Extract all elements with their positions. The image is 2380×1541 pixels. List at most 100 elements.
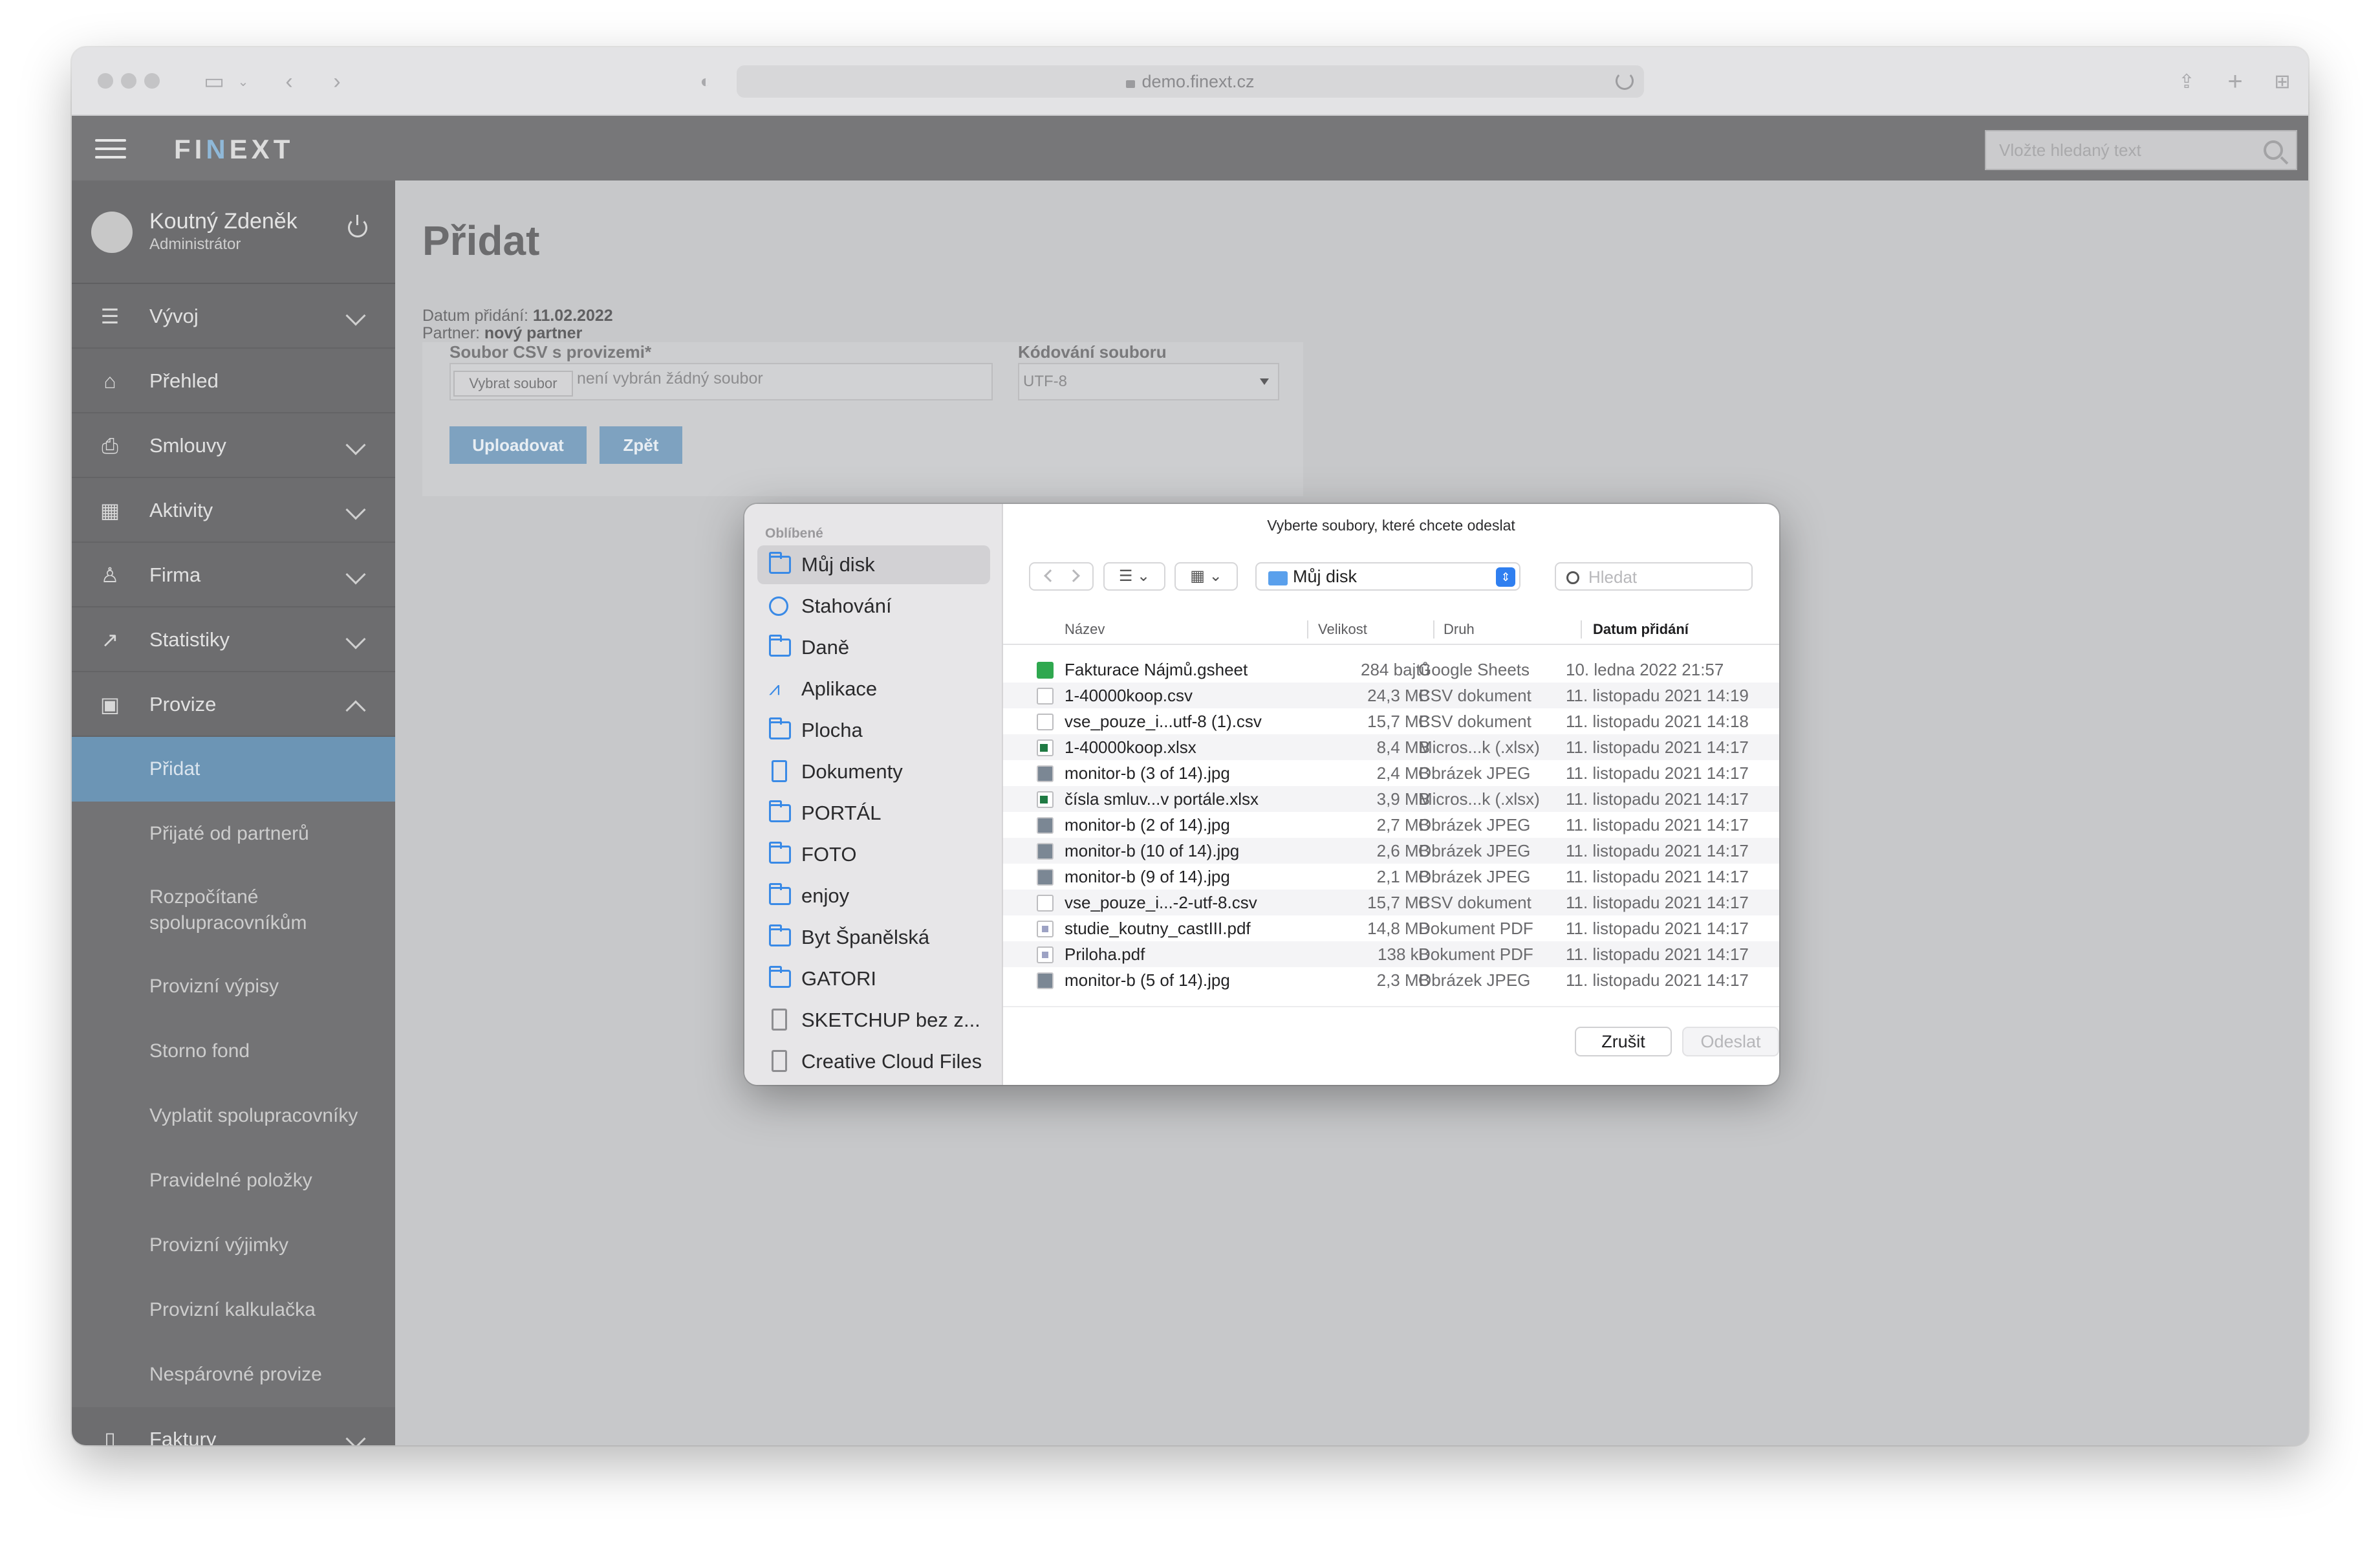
- sidebar-subitem-storno[interactable]: Storno fond: [72, 1019, 395, 1084]
- forward-arrow-icon[interactable]: ›: [324, 64, 350, 99]
- chart-icon: ↗: [101, 628, 119, 651]
- printer-icon: ⎙: [102, 434, 118, 457]
- file-row[interactable]: vse_pouze_i...utf-8 (1).csv 15,7 MB CSV do…: [1003, 708, 1779, 734]
- sidebar-item-prehled[interactable]: ⌂ Přehled: [72, 349, 395, 413]
- share-icon[interactable]: ⇪: [2174, 64, 2200, 99]
- file-date: 11. listopadu 2021 14:18: [1566, 712, 1749, 731]
- upload-button[interactable]: Uploadovat: [449, 426, 587, 464]
- sidebar-subitem-nesparovane[interactable]: Nespárovné provize: [72, 1342, 395, 1407]
- favorite-portal[interactable]: PORTÁL: [757, 794, 990, 833]
- close-window-button[interactable]: [98, 73, 113, 89]
- column-name[interactable]: Název: [1065, 614, 1105, 645]
- sidebar-subitem-kalkulacka[interactable]: Provizní kalkulačka: [72, 1278, 395, 1342]
- column-kind[interactable]: Druh: [1444, 614, 1475, 645]
- favorite-plocha[interactable]: Plocha: [757, 711, 990, 750]
- favorite-stahovani[interactable]: Stahování: [757, 587, 990, 626]
- favorite-enjoy[interactable]: enjoy: [757, 877, 990, 915]
- logout-power-icon[interactable]: [348, 215, 367, 237]
- file-row[interactable]: vse_pouze_i...-2-utf-8.csv 15,7 MB CSV dok…: [1003, 890, 1779, 915]
- sidebar-item-firma[interactable]: ♙ Firma: [72, 543, 395, 607]
- sidebar-toggle-icon[interactable]: ▭: [195, 64, 233, 99]
- favorite-foto[interactable]: FOTO: [757, 835, 990, 874]
- file-row[interactable]: monitor-b (10 of 14).jpg 2,6 MB Obrázek JP…: [1003, 838, 1779, 864]
- file-date: 11. listopadu 2021 14:17: [1566, 841, 1749, 860]
- sidebar-subitem-pridat[interactable]: Přidat: [72, 737, 395, 802]
- back-chevron-icon[interactable]: [1044, 569, 1057, 582]
- favorite-byt-spanelska[interactable]: Byt Španělská: [757, 918, 990, 957]
- send-button[interactable]: Odeslat: [1682, 1027, 1779, 1056]
- global-search-input[interactable]: [1986, 131, 2245, 169]
- favorite-gatori[interactable]: GATORI: [757, 959, 990, 998]
- reload-icon[interactable]: [1616, 72, 1634, 90]
- file-size: 2,7 MB: [1376, 815, 1430, 835]
- sidebar-item-label: Vývoj: [149, 305, 199, 327]
- encoding-select[interactable]: UTF-8: [1018, 363, 1279, 400]
- favorite-muj-disk[interactable]: Můj disk: [757, 545, 990, 584]
- file-size: 14,8 MB: [1367, 919, 1430, 938]
- sidebar-item-faktury[interactable]: ▯ Faktury: [72, 1407, 395, 1445]
- back-button[interactable]: Zpět: [600, 426, 682, 464]
- sidebar-item-aktivity[interactable]: ▦ Aktivity: [72, 478, 395, 543]
- favorite-dane[interactable]: Daně: [757, 628, 990, 667]
- lock-icon: [1126, 80, 1136, 88]
- file-row[interactable]: monitor-b (5 of 14).jpg 2,3 MB Obrázek JPE…: [1003, 967, 1779, 993]
- file-input[interactable]: Vybrat soubor není vybrán žádný soubor: [449, 363, 993, 400]
- favorite-sketchup[interactable]: SKETCHUP bez z...: [757, 1001, 990, 1040]
- favorite-dokumenty[interactable]: Dokumenty: [757, 752, 990, 791]
- chevron-down-icon: [345, 305, 366, 326]
- sidebar-item-vyvoj[interactable]: ☰ Vývoj: [72, 284, 395, 349]
- shield-icon[interactable]: ◐: [693, 64, 719, 99]
- sidebar-item-statistiky[interactable]: ↗ Statistiky: [72, 607, 395, 672]
- sidebar-subitem-vyplatit[interactable]: Vyplatit spolupracovníky: [72, 1084, 395, 1148]
- user-role: Administrátor: [149, 235, 241, 253]
- forward-chevron-icon[interactable]: [1067, 569, 1080, 582]
- location-select[interactable]: Můj disk ⇕: [1255, 562, 1520, 591]
- sidebar-item-smlouvy[interactable]: ⎙ Smlouvy: [72, 413, 395, 478]
- column-size[interactable]: Velikost: [1318, 614, 1367, 645]
- grid-view-icon[interactable]: ▦ ⌄: [1174, 562, 1238, 591]
- sidebar-subitem-label: Vyplatit spolupracovníky: [149, 1105, 358, 1126]
- favorite-creative-cloud[interactable]: Creative Cloud Files: [757, 1042, 990, 1081]
- back-arrow-icon[interactable]: ‹: [276, 64, 302, 99]
- sidebar-subitem-prijate[interactable]: Přijaté od partnerů: [72, 802, 395, 866]
- location-stepper-icon: ⇕: [1496, 567, 1515, 587]
- file-row[interactable]: monitor-b (3 of 14).jpg 2,4 MB Obrázek JPE…: [1003, 760, 1779, 786]
- file-row[interactable]: studie_koutny_castIII.pdf 14,8 MB Dokument…: [1003, 915, 1779, 941]
- sidebar-item-label: Statistiky: [149, 628, 230, 651]
- sidebar-subitem-vypisy[interactable]: Provizní výpisy: [72, 954, 395, 1019]
- cancel-button[interactable]: Zrušit: [1575, 1027, 1672, 1056]
- new-tab-icon[interactable]: +: [2222, 64, 2248, 99]
- browser-window: ▭ ⌄ ‹ › ◐ demo.finext.cz ⇪ + ⊞ FINEXT Ko…: [72, 47, 2308, 1445]
- file-row[interactable]: 1-40000koop.csv 24,3 MB CSV dokument 11. li…: [1003, 683, 1779, 708]
- file-row[interactable]: čísla smluv...v portále.xlsx 3,9 MB Micros…: [1003, 786, 1779, 812]
- minimize-window-button[interactable]: [121, 73, 136, 89]
- file-row[interactable]: monitor-b (2 of 14).jpg 2,7 MB Obrázek JPE…: [1003, 812, 1779, 838]
- search-icon[interactable]: [2264, 140, 2283, 160]
- file-icon: [772, 1009, 787, 1031]
- sidebar-subitem-pravidelne[interactable]: Pravidelné položky: [72, 1148, 395, 1213]
- file-row[interactable]: monitor-b (9 of 14).jpg 2,1 MB Obrázek JPE…: [1003, 864, 1779, 890]
- list-view-icon[interactable]: ☰ ⌄: [1103, 562, 1165, 591]
- dialog-search-input[interactable]: [1588, 566, 1744, 588]
- sidebar-item-provize[interactable]: ▣ Provize: [72, 672, 395, 737]
- tab-overview-icon[interactable]: ⊞: [2269, 64, 2295, 99]
- file-row[interactable]: Fakturace Nájmů.gsheet 284 bajtů Google Sh…: [1003, 657, 1779, 683]
- finext-logo[interactable]: FINEXT: [174, 134, 294, 165]
- sidebar-subitem-vyjimky[interactable]: Provizní výjimky: [72, 1213, 395, 1278]
- column-date[interactable]: Datum přidání: [1593, 614, 1689, 645]
- sidebar-item-label: Firma: [149, 563, 201, 586]
- zoom-window-button[interactable]: [144, 73, 160, 89]
- file-row[interactable]: 1-40000koop.xlsx 8,4 MB Micros...k (.xlsx)…: [1003, 734, 1779, 760]
- avatar[interactable]: [91, 212, 133, 253]
- file-name: vse_pouze_i...utf-8 (1).csv: [1065, 712, 1262, 731]
- menu-icon[interactable]: [95, 139, 126, 158]
- choose-file-button[interactable]: Vybrat soubor: [453, 371, 573, 397]
- chevron-down-icon[interactable]: ⌄: [233, 64, 253, 99]
- sidebar-subitem-rozpocitane[interactable]: Rozpočítané spolupracovníkům: [72, 866, 395, 954]
- address-bar[interactable]: demo.finext.cz: [737, 65, 1644, 98]
- file-kind: Dokument PDF: [1418, 945, 1533, 964]
- app-header: FINEXT: [72, 116, 2308, 180]
- favorite-aplikace[interactable]: ⩘ Aplikace: [757, 670, 990, 708]
- file-row[interactable]: Priloha.pdf 138 kB Dokument PDF 11. listopa…: [1003, 941, 1779, 967]
- dialog-main: Vyberte soubory, které chcete odeslat ☰ …: [1003, 504, 1779, 1085]
